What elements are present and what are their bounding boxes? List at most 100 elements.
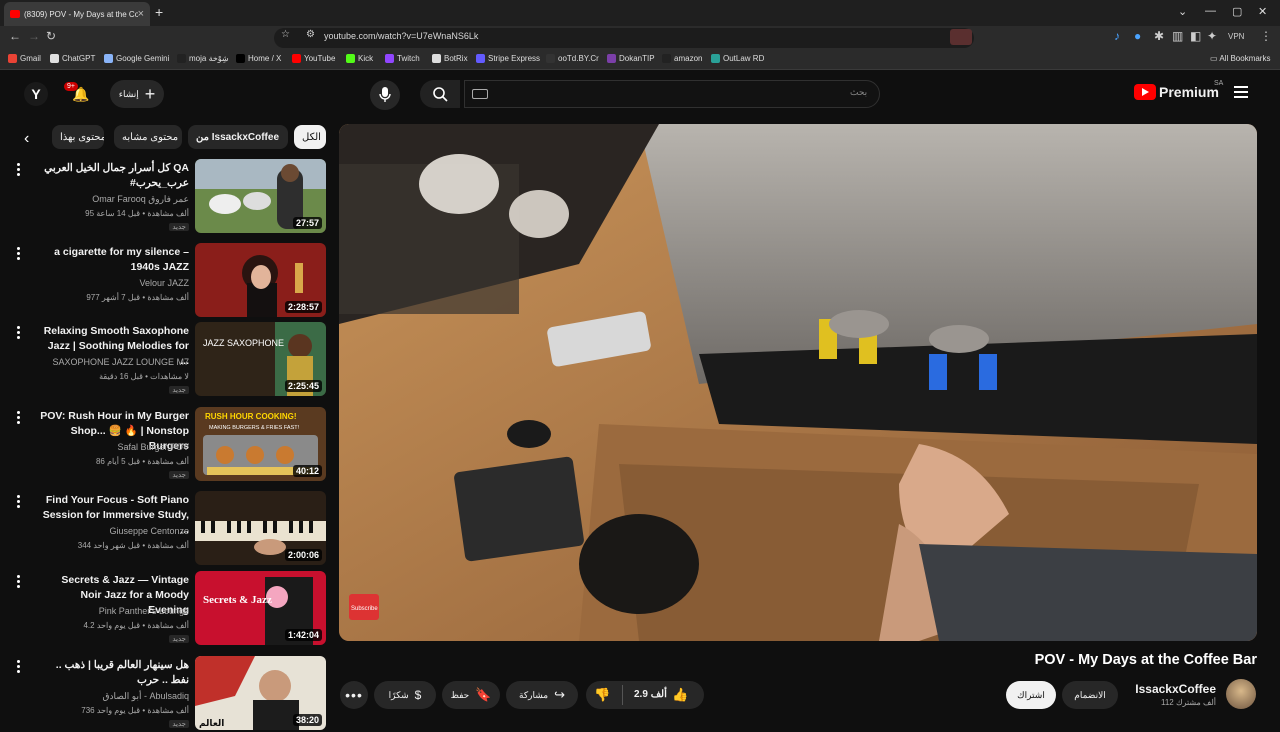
bookmark-item[interactable]: YouTube	[292, 54, 335, 63]
share-button[interactable]: مشاركة ↪	[506, 681, 578, 709]
more-actions-button[interactable]: •••	[340, 681, 368, 709]
recommendation-item[interactable]: a cigarette for my silence – 1940s JAZZ V…	[0, 243, 330, 319]
all-bookmarks-button[interactable]: ▭ All Bookmarks	[1210, 54, 1270, 63]
recommendation-channel[interactable]: Pink Panther's Lounge	[99, 606, 189, 616]
recommendation-thumbnail[interactable]: Secrets & Jazz 1:42:04	[195, 571, 326, 645]
recommendation-item[interactable]: هل سينهار العالم قريبا | ذهب .. نفط .. ح…	[0, 656, 330, 732]
bookmark-item[interactable]: Stripe Express	[476, 54, 540, 63]
browser-menu-icon[interactable]: ⋮	[1260, 29, 1272, 43]
bookmark-item[interactable]: Home / X	[236, 54, 281, 63]
chevron-left-icon[interactable]: ‹	[24, 130, 29, 148]
bookmark-item[interactable]: DokanTIP	[607, 54, 655, 63]
maximize-button[interactable]: ▢	[1232, 5, 1242, 18]
bookmark-item[interactable]: Gmail	[8, 54, 41, 63]
recommendation-thumbnail[interactable]: العالم 38:20	[195, 656, 326, 730]
recommendation-item[interactable]: Find Your Focus - Soft Piano Session for…	[0, 491, 330, 567]
voice-search-button[interactable]	[370, 80, 400, 110]
recommendation-meta: 344 ألف مشاهدة • قبل شهر واحد	[77, 541, 189, 550]
duration-badge: 38:20	[292, 714, 322, 726]
bookmark-item[interactable]: ChatGPT	[50, 54, 95, 63]
bookmark-item[interactable]: OutLaw RD	[711, 54, 764, 63]
avatar[interactable]: Y	[24, 82, 48, 106]
recommendation-channel[interactable]: Omar Farooq عمر فاروق	[92, 194, 189, 205]
recommendation-thumbnail[interactable]: 27:57	[195, 159, 326, 233]
new-tab-button[interactable]: +	[155, 4, 163, 20]
more-vertical-icon[interactable]	[14, 163, 22, 178]
bookmark-item[interactable]: ooTd.BY.Cr	[546, 54, 599, 63]
chip-all[interactable]: الكل	[294, 125, 326, 149]
recommendation-channel[interactable]: Velour JAZZ	[139, 278, 189, 288]
minimize-button[interactable]: —	[1205, 5, 1216, 17]
recommendation-thumbnail[interactable]: JAZZ SAXOPHONE 2:25:45	[195, 322, 326, 396]
site-info-icon[interactable]: ⚙	[306, 29, 315, 40]
recommendation-meta: 977 ألف مشاهدة • قبل 7 أشهر	[86, 293, 189, 302]
close-window-button[interactable]: ✕	[1258, 5, 1267, 18]
create-button[interactable]: إنشاء +	[110, 80, 164, 108]
like-icon[interactable]: 👍	[672, 687, 688, 703]
forward-button[interactable]: →	[28, 29, 40, 43]
bookmark-star-icon[interactable]: ☆	[281, 29, 290, 40]
more-vertical-icon[interactable]	[14, 326, 22, 341]
more-vertical-icon[interactable]	[14, 247, 22, 262]
search-button[interactable]	[420, 80, 460, 108]
brave-shield-icon[interactable]	[950, 29, 972, 45]
more-vertical-icon[interactable]	[14, 411, 22, 426]
bookmark-favicon-icon	[8, 54, 17, 63]
chip-from-channel[interactable]: من IssackxCoffee	[188, 125, 288, 149]
join-button[interactable]: الانضمام	[1062, 681, 1118, 709]
recommendation-item[interactable]: POV: Rush Hour in My Burger Shop... 🍔 🔥 …	[0, 407, 330, 483]
recommendation-thumbnail[interactable]: 2:28:57	[195, 243, 326, 317]
url-text[interactable]: youtube.com/watch?v=U7eWnaNS6Lk	[324, 31, 478, 41]
like-count[interactable]: 2.9 ألف	[634, 689, 667, 700]
recommendation-meta: 86 ألف مشاهدة • قبل 5 أيام	[95, 457, 189, 466]
vpn-button[interactable]: VPN	[1228, 32, 1244, 41]
reload-button[interactable]: ↻	[46, 29, 56, 43]
ai-icon[interactable]: ✦	[1207, 29, 1217, 43]
bookmark-item[interactable]: Google Gemini	[104, 54, 169, 63]
keyboard-icon[interactable]	[472, 89, 488, 99]
bookmark-item[interactable]: BotRix	[432, 54, 468, 63]
recommendation-channel[interactable]: Safal Burger POV	[117, 442, 189, 452]
recommendation-item[interactable]: Secrets & Jazz — Vintage Noir Jazz for a…	[0, 571, 330, 647]
tabs-icon[interactable]: ◧	[1190, 29, 1201, 43]
extension-icon[interactable]: ♪	[1114, 29, 1120, 43]
recommendation-meta: 95 ألف مشاهدة • قبل 14 ساعة	[85, 209, 189, 218]
tab-title: (8309) POV - My Days at the Coffee Bar	[24, 9, 138, 19]
puzzle-icon[interactable]: ✱	[1154, 29, 1164, 43]
recommendation-item[interactable]: كل أسرار جمال الخيل العربي QA #عرب_يحرب O…	[0, 159, 330, 235]
bookmark-item[interactable]: amazon	[662, 54, 702, 63]
new-badge: جديد	[169, 720, 189, 728]
search-input[interactable]	[464, 80, 880, 108]
bookmark-label: OutLaw RD	[723, 54, 765, 63]
bookmark-item[interactable]: Twitch	[385, 54, 420, 63]
tab-search-icon[interactable]: ⌄	[1178, 5, 1187, 18]
browser-tab[interactable]: (8309) POV - My Days at the Coffee Bar ×	[4, 2, 150, 26]
close-tab-icon[interactable]: ×	[138, 8, 144, 20]
recommendation-channel[interactable]: Giuseppe Centonze	[109, 526, 189, 536]
recommendation-item[interactable]: Relaxing Smooth Saxophone Jazz | Soothin…	[0, 322, 330, 398]
thumbnail-text: Secrets & Jazz	[203, 594, 272, 606]
recommendation-thumbnail[interactable]: 2:00:06	[195, 491, 326, 565]
more-vertical-icon[interactable]	[14, 575, 22, 590]
recommendation-channel[interactable]: أبو الصادق - Abulsadiq	[103, 691, 189, 702]
video-player[interactable]: Subscribe	[339, 124, 1257, 641]
chip-similar-content[interactable]: محتوى مشابه	[114, 125, 182, 149]
bookmark-item[interactable]: moja شِوْخة	[177, 54, 229, 63]
sidebar-icon[interactable]: ▥	[1172, 29, 1183, 43]
recommendation-channel[interactable]: SAXOPHONE JAZZ LOUNGE M7	[52, 357, 189, 367]
bookmark-item[interactable]: Kick	[346, 54, 373, 63]
thanks-button[interactable]: شكرًا $	[374, 681, 436, 709]
youtube-logo[interactable]: Premium	[1134, 84, 1219, 100]
extension-icon[interactable]: ●	[1134, 29, 1141, 43]
more-vertical-icon[interactable]	[14, 495, 22, 510]
channel-name[interactable]: IssackxCoffee	[1135, 682, 1216, 696]
back-button[interactable]: ←	[9, 29, 21, 43]
chip-related-content[interactable]: محتوى بهذا	[52, 125, 104, 149]
save-button[interactable]: حفظ 🔖	[442, 681, 500, 709]
recommendation-thumbnail[interactable]: RUSH HOUR COOKING! MAKING BURGERS & FRIES…	[195, 407, 326, 481]
more-vertical-icon[interactable]	[14, 660, 22, 675]
dislike-icon[interactable]: 👎	[594, 687, 610, 703]
subscribe-button[interactable]: اشتراك	[1006, 681, 1056, 709]
channel-avatar[interactable]	[1226, 679, 1256, 709]
hamburger-menu-icon[interactable]	[1234, 86, 1248, 101]
